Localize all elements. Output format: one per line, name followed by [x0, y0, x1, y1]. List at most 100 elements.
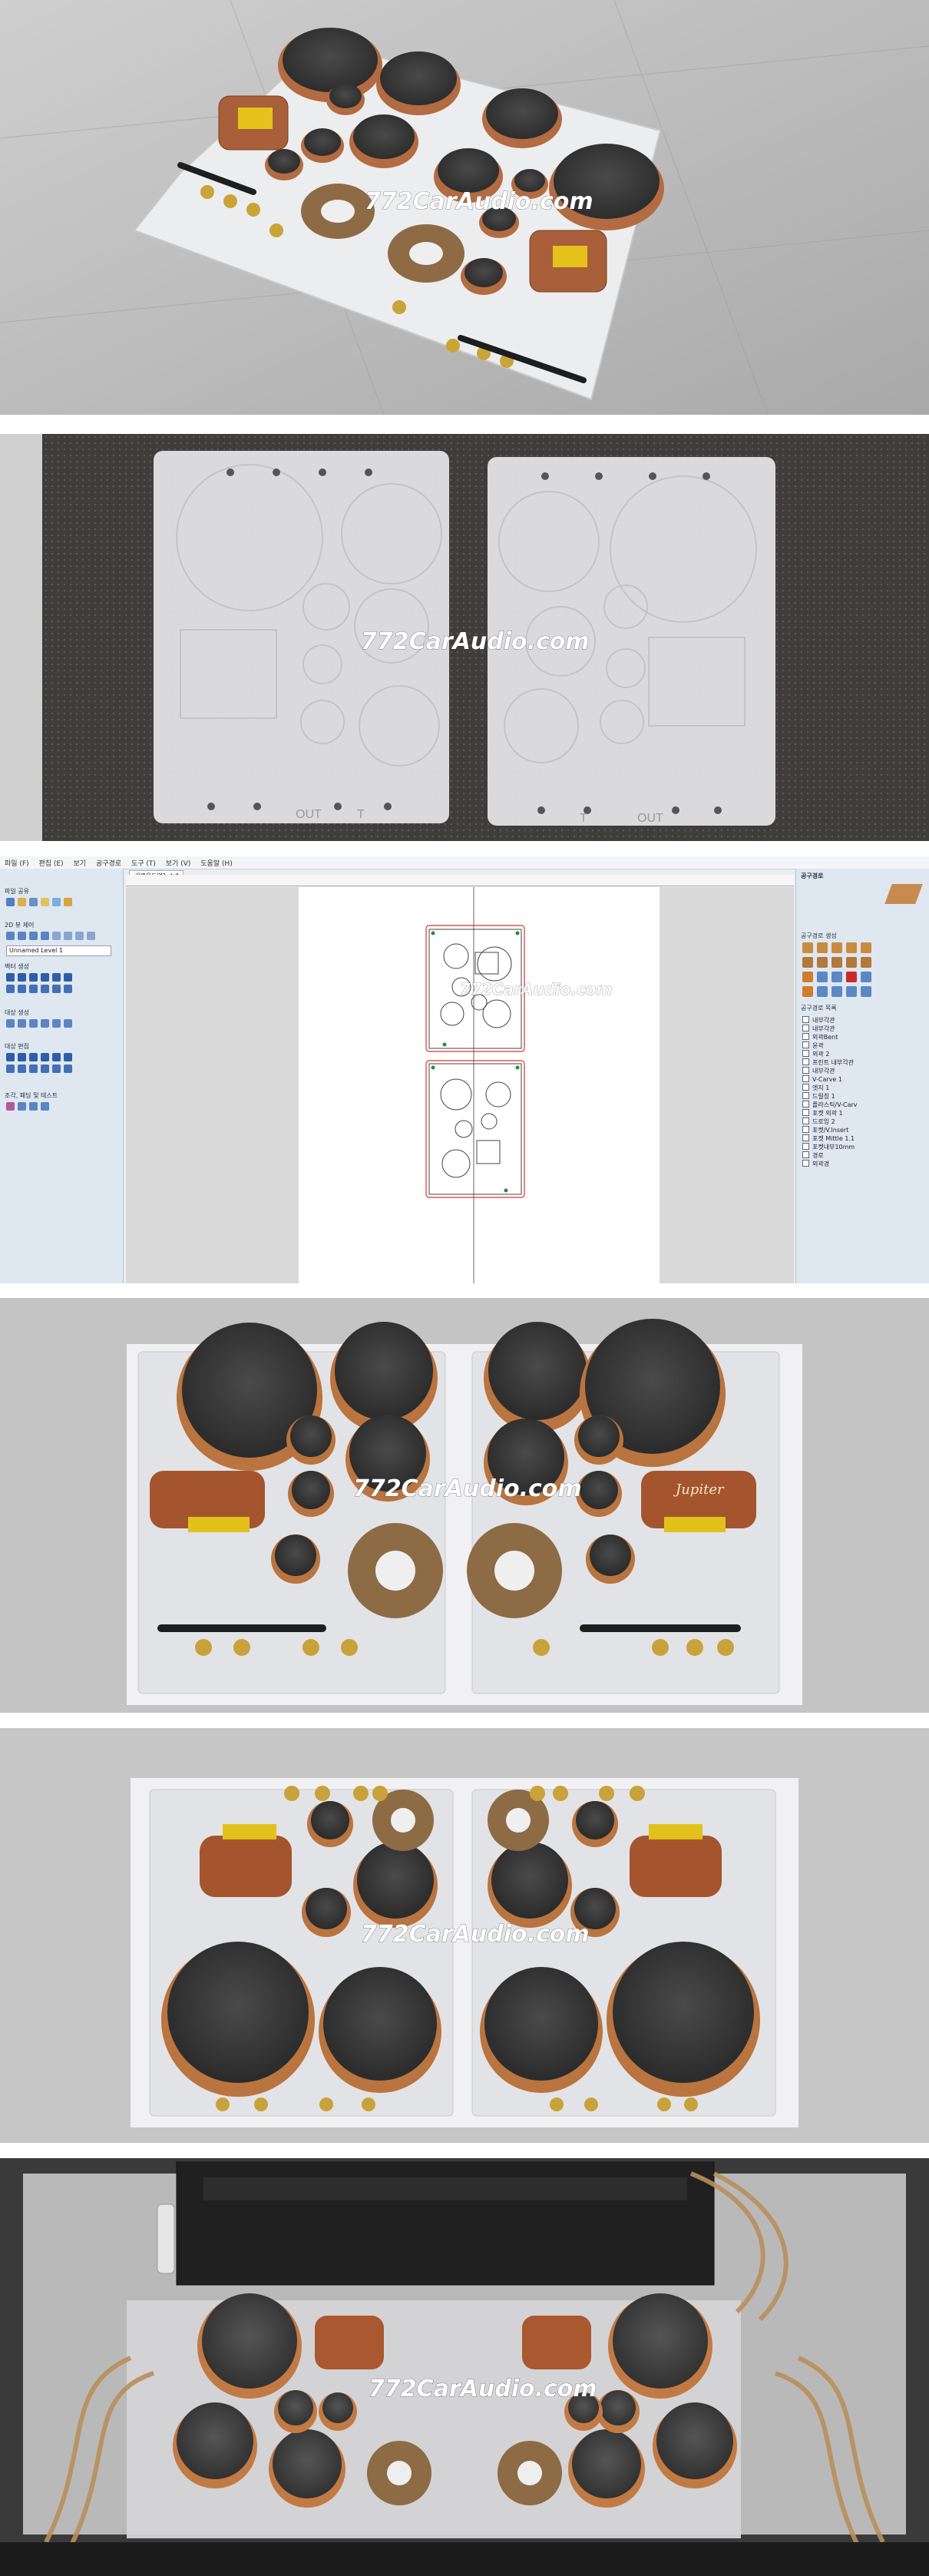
toolpath-list-item[interactable]: 플라스틱/V-Carv: [802, 1101, 858, 1109]
engrave-toolpath-icon[interactable]: [861, 942, 871, 953]
toolpath-list-item[interactable]: 윤곽: [802, 1041, 824, 1050]
profile-toolpath-icon[interactable]: [802, 942, 813, 953]
merge-toolpath-icon[interactable]: [802, 986, 813, 997]
moulding-icon[interactable]: [861, 957, 871, 968]
menu-item-view-2[interactable]: 보기 (V): [166, 858, 191, 868]
zoom-icon[interactable]: [6, 932, 15, 940]
summary-icon[interactable]: [817, 986, 828, 997]
sculpt-icons: [6, 1102, 72, 1111]
zoom-out-icon[interactable]: [29, 932, 38, 940]
toolpath-list-item[interactable]: 경로: [802, 1151, 824, 1160]
open-icon[interactable]: [18, 898, 26, 906]
toolpath-list-item[interactable]: 내부각관: [802, 1067, 835, 1075]
export-toolpath-icon[interactable]: [861, 986, 871, 997]
star-icon[interactable]: [52, 973, 61, 982]
vcarve-toolpath-icon[interactable]: [846, 942, 857, 953]
copy-icon[interactable]: [6, 1019, 15, 1028]
export-icon[interactable]: [52, 898, 61, 906]
prism-icon[interactable]: [846, 957, 857, 968]
menu-item-tools[interactable]: 도구 (T): [131, 858, 156, 868]
simulate-icon[interactable]: [802, 972, 813, 982]
rectangle-icon[interactable]: [18, 973, 26, 982]
zoom-in-icon[interactable]: [18, 932, 26, 940]
rotate-icon[interactable]: [18, 1053, 26, 1061]
move-icon[interactable]: [6, 1053, 15, 1061]
weld-icon[interactable]: [64, 1053, 72, 1061]
fluting-icon[interactable]: [802, 957, 813, 968]
arc-icon[interactable]: [6, 985, 15, 993]
menu-item-edit[interactable]: 편집 (E): [39, 858, 64, 868]
toolpath-list-item[interactable]: 엣지 1: [802, 1084, 829, 1092]
toolpath-list-item[interactable]: 포켓/V.Insert: [802, 1126, 848, 1134]
trim-icon[interactable]: [41, 1053, 49, 1061]
array-icon[interactable]: [29, 1019, 38, 1028]
spline-icon[interactable]: [64, 985, 72, 993]
ellipse-icon[interactable]: [29, 973, 38, 982]
scale-icon[interactable]: [29, 1053, 38, 1061]
drawing-canvas[interactable]: 772CarAudio.com: [126, 887, 794, 1283]
grid-icon[interactable]: [64, 932, 72, 940]
group-icon[interactable]: [52, 1019, 61, 1028]
photo-crossover-reverse: 772CarAudio.com: [0, 1728, 929, 2143]
distribute-icon[interactable]: [41, 1065, 49, 1073]
toolpath-list-item[interactable]: V-Carve 1: [802, 1075, 842, 1083]
new-icon[interactable]: [6, 898, 15, 906]
polygon-icon[interactable]: [41, 973, 49, 982]
layer-icon[interactable]: [87, 932, 95, 940]
tool-db-icon[interactable]: [831, 986, 842, 997]
texture-toolpath-icon[interactable]: [831, 957, 842, 968]
toolpath-list-item[interactable]: 포켓내부10mm: [802, 1143, 855, 1151]
sculpt-icon[interactable]: [6, 1102, 15, 1111]
reset-icon[interactable]: [831, 972, 842, 982]
toolpath-list-item[interactable]: 내부각관: [802, 1016, 835, 1025]
curve-icon[interactable]: [18, 985, 26, 993]
toolpath-list-item[interactable]: 드릴칭 1: [802, 1092, 835, 1101]
snap-icon[interactable]: [75, 932, 84, 940]
templates-icon[interactable]: [861, 972, 871, 982]
ungroup-icon[interactable]: [64, 1019, 72, 1028]
capacitor-brand-label: Jupiter: [673, 1482, 725, 1498]
offset-icon[interactable]: [41, 1019, 49, 1028]
toolpath-list-item[interactable]: 프린트 내부각관: [802, 1058, 854, 1067]
menu-item-help[interactable]: 도움말 (H): [200, 858, 233, 868]
delete-icon[interactable]: [846, 972, 857, 982]
toolpath-list-item[interactable]: 외곽경: [802, 1160, 829, 1168]
toolpath-list-item[interactable]: 드로잉 2: [802, 1117, 835, 1126]
toolpath-list-item[interactable]: 외곽Bent: [802, 1033, 838, 1041]
save-icon[interactable]: [29, 898, 38, 906]
toolpath-list-item[interactable]: 포켓 Mittle 1.1: [802, 1134, 855, 1143]
dimension-icon[interactable]: [41, 985, 49, 993]
fillet-icon[interactable]: [52, 1065, 61, 1073]
mirror-icon[interactable]: [18, 1019, 26, 1028]
align-icon[interactable]: [29, 1065, 38, 1073]
extend-icon[interactable]: [64, 1065, 72, 1073]
pocket-toolpath-icon[interactable]: [817, 942, 828, 953]
preview-icon[interactable]: [817, 972, 828, 982]
node-icon[interactable]: [52, 985, 61, 993]
section-sculpt: 조각, 패딩 및 테스트: [5, 1092, 58, 1099]
import-icon[interactable]: [41, 898, 49, 906]
fit-icon[interactable]: [52, 932, 61, 940]
toolpath-list-item[interactable]: 외곽 2: [802, 1050, 829, 1058]
menu-item-toolpath[interactable]: 공구경로: [96, 858, 121, 868]
intersect-icon[interactable]: [18, 1065, 26, 1073]
folder-icon[interactable]: [64, 898, 72, 906]
layer-select[interactable]: Unnamed Level 1: [6, 945, 111, 956]
inlay-icon[interactable]: [817, 957, 828, 968]
text-icon[interactable]: [29, 985, 38, 993]
drill-toolpath-icon[interactable]: [831, 942, 842, 953]
menu-item-view[interactable]: 보기: [74, 858, 87, 868]
merge-icon[interactable]: [41, 1102, 49, 1111]
pan-icon[interactable]: [41, 932, 49, 940]
circle-icon[interactable]: [6, 973, 15, 982]
line-icon[interactable]: [64, 973, 72, 982]
watermark-6: 772CarAudio.com: [369, 2376, 597, 2402]
toolpath-list-item[interactable]: 포켓 외곽 1: [802, 1109, 843, 1117]
test-icon[interactable]: [29, 1102, 38, 1111]
save-toolpath-icon[interactable]: [846, 986, 857, 997]
join-icon[interactable]: [52, 1053, 61, 1061]
toolpath-list-item[interactable]: 내부각관: [802, 1025, 835, 1033]
menu-item-file[interactable]: 파일 (F): [5, 858, 29, 868]
subtract-icon[interactable]: [6, 1065, 15, 1073]
texture-icon[interactable]: [18, 1102, 26, 1111]
